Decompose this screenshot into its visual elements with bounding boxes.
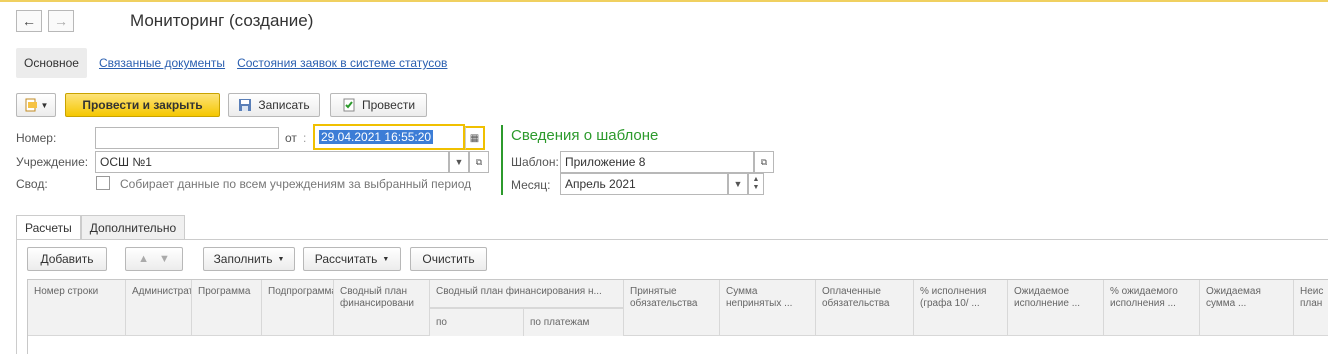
create-based-on-button[interactable]: ▼ xyxy=(16,93,56,117)
tab-request-states[interactable]: Состояния заявок в системе статусов xyxy=(237,56,447,70)
top-accent-line xyxy=(0,0,1328,2)
calculations-table[interactable]: Номер строки Администратор Программа Под… xyxy=(27,279,1328,354)
column-header[interactable]: Сумма непринятых ... xyxy=(720,280,816,336)
chevron-down-icon: ▼ xyxy=(40,100,49,110)
template-field[interactable]: Приложение 8 xyxy=(560,151,754,173)
template-label: Шаблон: xyxy=(511,155,559,169)
post-label: Провести xyxy=(361,98,416,112)
organization-label: Учреждение: xyxy=(16,155,89,169)
column-header[interactable]: Сводный план финансировани xyxy=(334,280,430,336)
fill-label: Заполнить xyxy=(213,252,273,266)
template-section-title: Сведения о шаблоне xyxy=(511,127,659,144)
column-subheader[interactable]: по платежам xyxy=(524,308,624,336)
summary-checkbox[interactable] xyxy=(96,176,110,190)
move-buttons: ▲ ▼ xyxy=(125,247,183,271)
post-button[interactable]: Провести xyxy=(330,93,427,117)
date-colon: : xyxy=(303,131,307,145)
date-value: 29.04.2021 16:55:20 xyxy=(319,130,434,144)
open-link-icon: ⧉ xyxy=(760,156,768,167)
section-divider xyxy=(501,125,503,195)
column-header[interactable]: Номер строки xyxy=(28,280,126,336)
template-open-button[interactable]: ⧉ xyxy=(754,151,774,173)
document-icon xyxy=(25,98,37,112)
forward-button[interactable]: → xyxy=(48,10,74,32)
date-from-label: от xyxy=(285,131,297,145)
fill-button[interactable]: Заполнить ▼ xyxy=(203,247,295,271)
arrow-right-icon: → xyxy=(54,13,68,29)
page-title: Мониторинг (создание) xyxy=(130,11,314,30)
spin-down-icon: ▼ xyxy=(752,184,760,191)
save-icon xyxy=(239,99,252,111)
post-icon xyxy=(343,98,355,112)
calculate-label: Рассчитать xyxy=(314,252,378,266)
number-label: Номер: xyxy=(16,131,57,145)
column-header[interactable]: Ожидаемая сумма ... xyxy=(1200,280,1294,336)
save-button[interactable]: Записать xyxy=(228,93,320,117)
spin-up-icon: ▲ xyxy=(752,176,760,183)
summary-label: Свод: xyxy=(16,177,48,191)
column-header[interactable]: Программа xyxy=(192,280,262,336)
chevron-down-icon: ▼ xyxy=(382,255,390,263)
column-header[interactable]: % исполнения (графа 10/ ... xyxy=(914,280,1008,336)
calendar-button[interactable]: ▦ xyxy=(465,126,485,150)
move-down-icon[interactable]: ▼ xyxy=(159,253,170,265)
tab-related-documents[interactable]: Связанные документы xyxy=(99,56,225,70)
top-tabs: Основное Связанные документы Состояния з… xyxy=(16,48,447,78)
column-header[interactable]: % ожидаемого исполнения ... xyxy=(1104,280,1200,336)
save-label: Записать xyxy=(258,98,310,112)
chevron-down-icon: ▼ xyxy=(733,179,743,189)
add-button[interactable]: Добавить xyxy=(27,247,107,271)
back-button[interactable]: ← xyxy=(16,10,42,32)
summary-checkbox-text: Собирает данные по всем учреждениям за в… xyxy=(120,177,472,191)
organization-dropdown-button[interactable]: ▼ xyxy=(449,151,469,173)
column-header[interactable]: Ожидаемое исполнение ... xyxy=(1008,280,1104,336)
tab-additional[interactable]: Дополнительно xyxy=(80,215,186,239)
month-label: Месяц: xyxy=(511,178,551,192)
column-header[interactable]: Принятые обязательства xyxy=(624,280,720,336)
chevron-down-icon: ▼ xyxy=(454,157,464,167)
column-header-group[interactable]: Сводный план финансирования н... xyxy=(430,280,624,308)
inner-tabs: Расчеты Дополнительно xyxy=(16,215,186,239)
number-field[interactable] xyxy=(95,127,279,149)
organization-open-button[interactable]: ⧉ xyxy=(469,151,489,173)
chevron-down-icon: ▼ xyxy=(277,255,285,263)
column-header[interactable]: Подпрограмма xyxy=(262,280,334,336)
column-header[interactable]: Неис план xyxy=(1294,280,1328,336)
month-field[interactable]: Апрель 2021 xyxy=(560,173,728,195)
month-dropdown-button[interactable]: ▼ xyxy=(728,173,748,195)
tab-calculations[interactable]: Расчеты xyxy=(16,215,81,239)
date-field[interactable]: 29.04.2021 16:55:20 xyxy=(313,124,465,150)
organization-field[interactable]: ОСШ №1 xyxy=(95,151,449,173)
column-header[interactable]: Администратор xyxy=(126,280,192,336)
move-up-icon[interactable]: ▲ xyxy=(138,253,149,265)
calendar-icon: ▦ xyxy=(469,132,480,144)
post-and-close-button[interactable]: Провести и закрыть xyxy=(65,93,220,117)
arrow-left-icon: ← xyxy=(22,13,36,29)
open-link-icon: ⧉ xyxy=(475,156,483,167)
tab-main[interactable]: Основное xyxy=(16,48,87,78)
column-header[interactable]: Оплаченные обязательства xyxy=(816,280,914,336)
calculate-button[interactable]: Рассчитать ▼ xyxy=(303,247,401,271)
column-subheader[interactable]: по xyxy=(430,308,524,336)
clear-button[interactable]: Очистить xyxy=(410,247,487,271)
month-spin-button[interactable]: ▲ ▼ xyxy=(748,173,764,195)
